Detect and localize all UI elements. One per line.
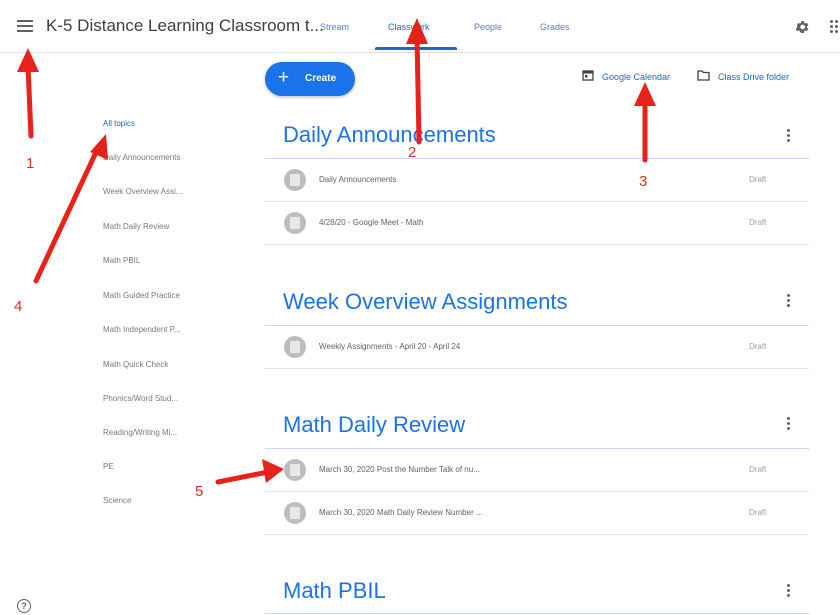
assignment-row[interactable]: Weekly Assignments - April 20 - April 24… <box>265 326 809 369</box>
assignment-title: Daily Announcements <box>319 175 397 184</box>
assignment-title: March 30, 2020 Post the Number Talk of n… <box>319 465 480 474</box>
apps-grid-icon[interactable] <box>830 20 840 34</box>
class-title[interactable]: K-5 Distance Learning Classroom t... <box>46 16 324 36</box>
help-icon[interactable]: ? <box>17 599 31 613</box>
assignment-title: 4/28/20 - Google Meet - Math <box>319 218 424 227</box>
draft-status: Draft <box>749 218 767 227</box>
more-options-icon[interactable] <box>787 584 790 597</box>
tab-people[interactable]: People <box>474 22 502 32</box>
assignment-icon <box>284 336 306 358</box>
section-title-math-pbil[interactable]: Math PBIL <box>283 578 386 604</box>
active-tab-indicator <box>375 47 457 50</box>
section-title-week-overview[interactable]: Week Overview Assignments <box>283 289 567 315</box>
topic-science[interactable]: Science <box>103 496 131 505</box>
more-options-icon[interactable] <box>787 294 790 307</box>
draft-status: Draft <box>749 508 767 517</box>
topic-math-independent[interactable]: Math Independent P... <box>103 325 181 334</box>
google-calendar-link[interactable]: Google Calendar <box>602 72 670 82</box>
calendar-icon <box>582 70 594 81</box>
annotation-arrow-4 <box>33 145 101 284</box>
assignment-icon <box>284 459 306 481</box>
annotation-label-5: 5 <box>195 483 204 500</box>
assignment-row[interactable]: Daily Announcements Draft <box>265 159 809 202</box>
assignment-row[interactable]: 4/28/20 - Google Meet - Math Draft <box>265 202 809 245</box>
section-title-daily-announcements[interactable]: Daily Announcements <box>283 122 496 148</box>
annotation-label-2: 2 <box>408 144 417 161</box>
assignment-icon <box>284 169 306 191</box>
tab-classwork[interactable]: Classwork <box>388 22 430 32</box>
topic-math-daily-review[interactable]: Math Daily Review <box>103 222 169 231</box>
topic-pe[interactable]: PE <box>103 462 114 471</box>
topic-week-overview[interactable]: Week Overview Assi... <box>103 187 182 196</box>
annotation-label-3: 3 <box>639 173 648 190</box>
draft-status: Draft <box>749 175 767 184</box>
topic-math-pbil[interactable]: Math PBIL <box>103 256 140 265</box>
folder-icon <box>697 70 710 81</box>
topic-phonics[interactable]: Phonics/Word Stud... <box>103 394 178 403</box>
draft-status: Draft <box>749 342 767 351</box>
section-title-math-daily-review[interactable]: Math Daily Review <box>283 412 465 438</box>
annotation-arrow-5 <box>215 469 271 485</box>
assignment-title: Weekly Assignments - April 20 - April 24 <box>319 342 461 351</box>
topic-math-guided-practice[interactable]: Math Guided Practice <box>103 291 180 300</box>
more-options-icon[interactable] <box>787 417 790 430</box>
gear-icon[interactable] <box>794 19 810 35</box>
topic-reading-writing[interactable]: Reading/Writing Mi... <box>103 428 177 437</box>
annotation-label-4: 4 <box>14 298 23 315</box>
tab-grades[interactable]: Grades <box>540 22 570 32</box>
assignment-row[interactable]: March 30, 2020 Post the Number Talk of n… <box>265 449 809 492</box>
draft-status: Draft <box>749 465 767 474</box>
create-button-label: Create <box>305 73 337 84</box>
assignment-row[interactable]: March 30, 2020 Math Daily Review Number … <box>265 492 809 535</box>
plus-icon: + <box>278 67 290 88</box>
annotation-label-1: 1 <box>26 155 35 172</box>
class-drive-folder-link[interactable]: Class Drive folder <box>718 72 789 82</box>
create-button[interactable]: + Create <box>265 62 355 96</box>
topic-daily-announcements[interactable]: Daily Announcements <box>103 153 180 162</box>
more-options-icon[interactable] <box>787 129 790 142</box>
assignment-icon <box>284 212 306 234</box>
topic-all-topics[interactable]: All topics <box>103 119 135 128</box>
tab-stream[interactable]: Stream <box>320 22 349 32</box>
annotation-arrow-1 <box>25 63 34 139</box>
top-app-bar: K-5 Distance Learning Classroom t... Str… <box>0 0 840 53</box>
topic-math-quick-check[interactable]: Math Quick Check <box>103 360 168 369</box>
assignment-icon <box>284 502 306 524</box>
hamburger-menu-icon[interactable] <box>17 20 33 32</box>
assignment-title: March 30, 2020 Math Daily Review Number … <box>319 508 483 517</box>
section-divider <box>265 613 809 614</box>
